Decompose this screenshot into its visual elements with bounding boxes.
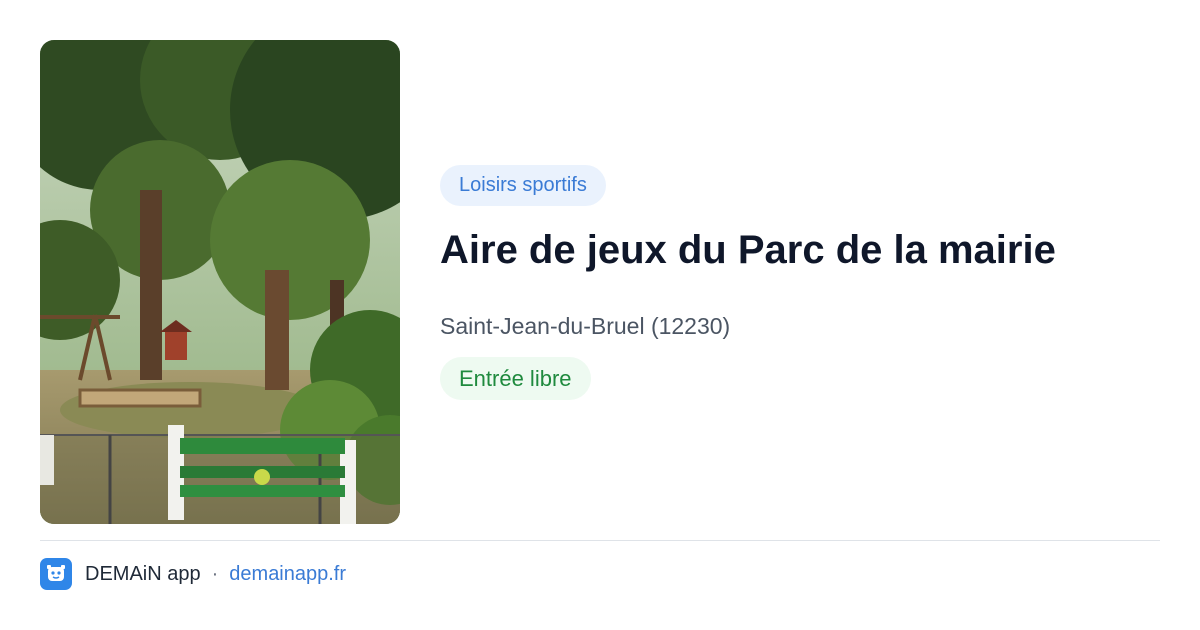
place-title: Aire de jeux du Parc de la mairie [440, 228, 1056, 272]
app-name: DEMAiN app [85, 562, 201, 585]
place-location: Saint-Jean-du-Bruel (12230) [440, 313, 731, 339]
footer-divider [40, 540, 1160, 541]
access-badge: Entrée libre [440, 357, 591, 400]
park-playground-photo [40, 40, 400, 524]
demain-app-logo-icon [40, 558, 72, 590]
site-link[interactable]: demainapp.fr [229, 563, 346, 586]
category-badge[interactable]: Loisirs sportifs [440, 165, 606, 206]
footer: DEMAiN app · demainapp.fr [40, 558, 346, 590]
footer-separator: · [211, 562, 219, 585]
place-photo [40, 40, 400, 524]
